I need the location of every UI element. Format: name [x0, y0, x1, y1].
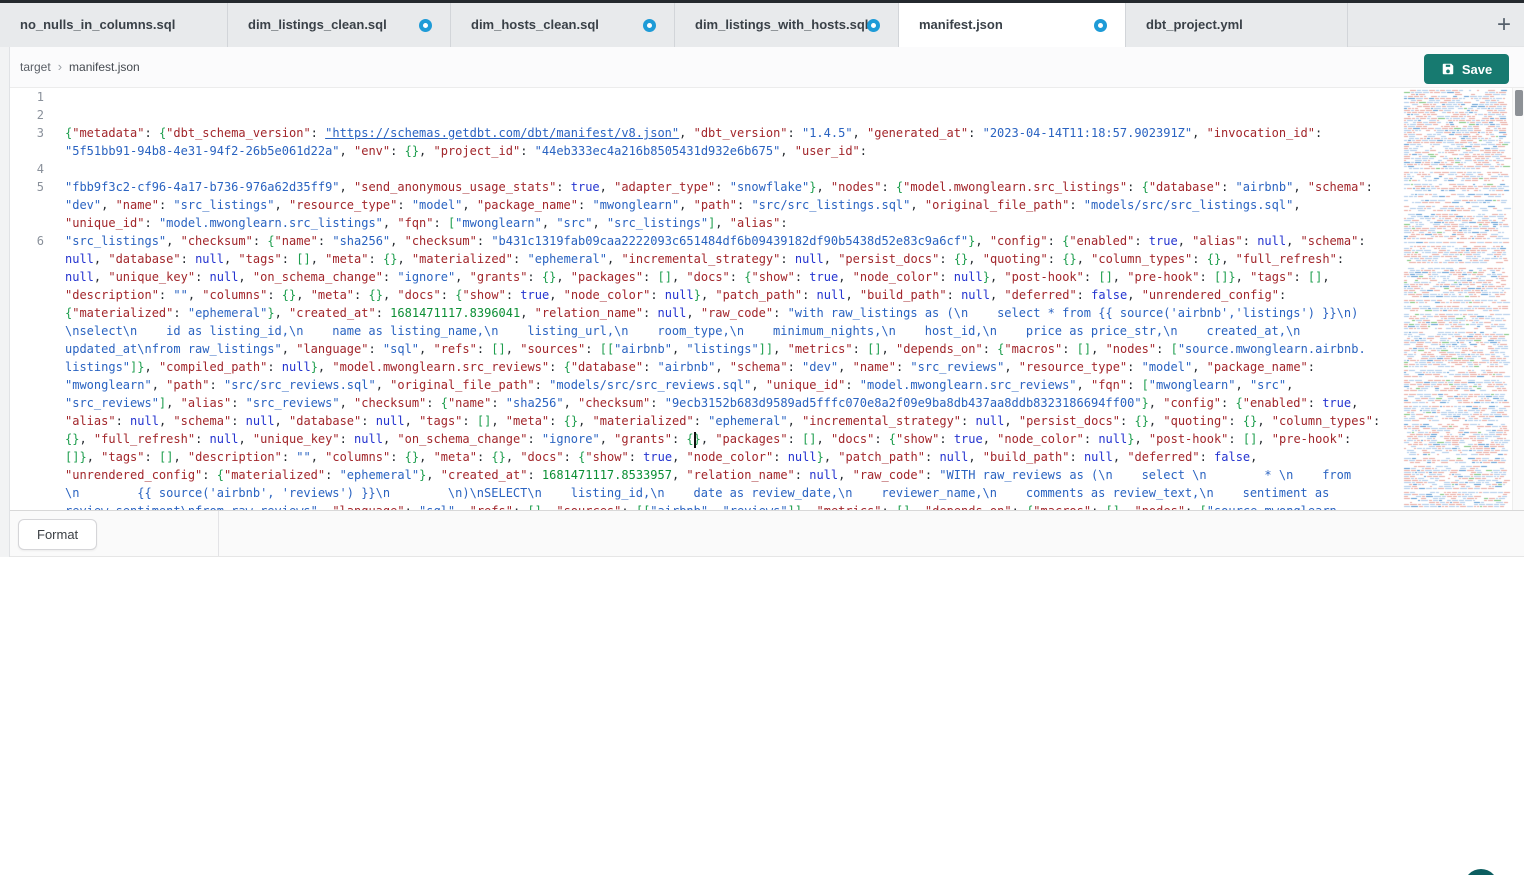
code-row[interactable]: 3{"metadata": {"dbt_schema_version": "ht… [10, 124, 1400, 142]
breadcrumb-folder[interactable]: target [20, 60, 51, 74]
panel-divider [218, 511, 219, 556]
tab-manifest-json[interactable]: manifest.json [899, 3, 1126, 47]
code-row[interactable]: listings"]}, "compiled_path": null}, "mo… [10, 358, 1400, 376]
line-number [10, 466, 58, 484]
line-number [10, 484, 58, 502]
minimap[interactable] [1400, 88, 1512, 510]
code-row[interactable]: 2 [10, 106, 1400, 124]
unsaved-dot-icon[interactable] [419, 19, 432, 32]
bottom-panel-body [0, 557, 1524, 875]
scrollbar-thumb[interactable] [1515, 90, 1523, 116]
ide-root: no_nulls_in_columns.sql dim_listings_cle… [0, 0, 1524, 875]
code-row[interactable]: \n {{ source('airbnb', 'reviews') }}\n \… [10, 484, 1400, 502]
code-row[interactable]: {"materialized": "ephemeral"}, "created_… [10, 304, 1400, 322]
code-editor[interactable]: 123{"metadata": {"dbt_schema_version": "… [10, 88, 1400, 510]
line-number [10, 358, 58, 376]
tab-label: manifest.json [899, 3, 1125, 47]
line-number [10, 412, 58, 430]
new-tab-button[interactable]: + [1490, 11, 1518, 39]
line-number [10, 376, 58, 394]
code-row[interactable]: []}, "tags": [], "description": "", "col… [10, 448, 1400, 466]
breadcrumb-bar: target › manifest.json Save [0, 47, 1524, 88]
code-row[interactable]: 6"src_listings", "checksum": {"name": "s… [10, 232, 1400, 250]
line-number [10, 502, 58, 510]
line-number: 4 [10, 160, 58, 178]
code-row[interactable]: updated_at\nfrom raw_listings", "languag… [10, 340, 1400, 358]
tab-dim-listings-with-hosts[interactable]: dim_listings_with_hosts.sql [675, 3, 899, 47]
line-number [10, 430, 58, 448]
unsaved-dot-icon[interactable] [1094, 19, 1107, 32]
tab-label: dbt_project.yml [1126, 3, 1347, 47]
code-row[interactable]: null, "unique_key": null, "on_schema_cha… [10, 268, 1400, 286]
tab-bar: no_nulls_in_columns.sql dim_listings_cle… [0, 3, 1524, 47]
tab-dim-hosts-clean[interactable]: dim_hosts_clean.sql [451, 3, 675, 47]
tab-dim-listings-clean[interactable]: dim_listings_clean.sql [228, 3, 451, 47]
line-number: 5 [10, 178, 58, 196]
line-number [10, 304, 58, 322]
line-number [10, 340, 58, 358]
editor-scrollbar[interactable] [1512, 88, 1524, 510]
code-row[interactable]: "unrendered_config": {"materialized": "e… [10, 466, 1400, 484]
line-number: 6 [10, 232, 58, 250]
format-button[interactable]: Format [18, 519, 97, 550]
text-cursor [694, 432, 696, 448]
line-number [10, 322, 58, 340]
code-row[interactable]: 5"fbb9f3c2-cf96-4a17-b736-976a62d35ff9",… [10, 178, 1400, 196]
code-row[interactable]: \nselect\n id as listing_id,\n name as l… [10, 322, 1400, 340]
line-number [10, 268, 58, 286]
save-label: Save [1462, 62, 1492, 77]
code-row[interactable]: "alias": null, "schema": null, "database… [10, 412, 1400, 430]
breadcrumb-file: manifest.json [69, 60, 140, 74]
line-number: 1 [10, 88, 58, 106]
chevron-right-icon: › [58, 59, 62, 74]
code-row[interactable]: "mwonglearn", "path": "src/src_reviews.s… [10, 376, 1400, 394]
line-number [10, 250, 58, 268]
line-number [10, 196, 58, 214]
bottom-panel-header: Format [10, 510, 1524, 557]
code-row[interactable]: 1 [10, 88, 1400, 106]
save-button[interactable]: Save [1424, 54, 1509, 84]
code-row[interactable]: 4 [10, 160, 1400, 178]
unsaved-dot-icon[interactable] [643, 19, 656, 32]
tab-label: no_nulls_in_columns.sql [0, 3, 227, 47]
code-row[interactable]: "src_reviews"], "alias": "src_reviews", … [10, 394, 1400, 412]
line-number [10, 448, 58, 466]
tab-label: dim_listings_with_hosts.sql [675, 3, 898, 47]
code-row[interactable]: "description": "", "columns": {}, "meta"… [10, 286, 1400, 304]
unsaved-dot-icon[interactable] [867, 19, 880, 32]
tab-dbt-project-yml[interactable]: dbt_project.yml [1126, 3, 1348, 47]
save-icon [1441, 62, 1455, 76]
code-row[interactable]: "5f51bb91-94b8-4e31-94f2-26b5e061d22a", … [10, 142, 1400, 160]
code-row[interactable]: null, "database": null, "tags": [], "met… [10, 250, 1400, 268]
code-row[interactable]: "unique_id": "model.mwonglearn.src_listi… [10, 214, 1400, 232]
tab-no-nulls-in-columns[interactable]: no_nulls_in_columns.sql [0, 3, 228, 47]
tab-label: dim_hosts_clean.sql [451, 3, 674, 47]
breadcrumb: target › manifest.json [20, 47, 140, 87]
code-row[interactable]: review_sentiment\nfrom raw_reviews", "la… [10, 502, 1400, 510]
code-lines: 123{"metadata": {"dbt_schema_version": "… [10, 88, 1400, 510]
line-number [10, 286, 58, 304]
line-number: 3 [10, 124, 58, 142]
left-rail [0, 47, 10, 557]
line-number [10, 394, 58, 412]
code-row[interactable]: {}, "full_refresh": null, "unique_key": … [10, 430, 1400, 448]
line-number: 2 [10, 106, 58, 124]
tab-label: dim_listings_clean.sql [228, 3, 450, 47]
code-row[interactable]: "dev", "name": "src_listings", "resource… [10, 196, 1400, 214]
line-number [10, 214, 58, 232]
line-number [10, 142, 58, 160]
